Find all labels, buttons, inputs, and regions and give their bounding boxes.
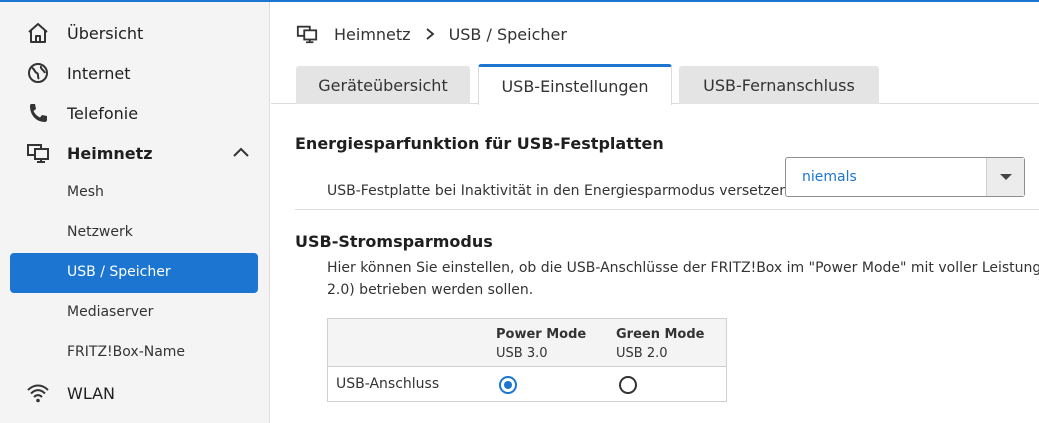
select-value: niemals [802,169,857,185]
energy-mode-select[interactable]: niemals [785,157,1025,197]
phone-icon [30,104,47,122]
sidebar-subitem-netzwerk[interactable]: Netzwerk [10,213,258,253]
sidebar-subitem-label: FRITZ!Box-Name [67,344,186,360]
sidebar-item-telefonie[interactable]: Telefonie [10,93,258,133]
chevron-right-icon [425,28,434,40]
tab-bar: Geräteübersicht USB-Einstellungen USB-Fe… [271,64,1039,105]
radio-green-mode[interactable] [619,376,637,394]
column-title-green-mode: Green Mode [616,327,705,342]
sidebar-subitem-label: Mediaserver [67,304,154,320]
sidebar-subitem-label: Netzwerk [67,224,133,240]
monitor-network-icon [296,25,318,44]
sidebar-item-label: Heimnetz [67,143,153,163]
column-subtitle-green-mode: USB 2.0 [616,346,668,361]
energy-setting-label: USB-Festplatte bei Inaktivität in den En… [327,183,793,199]
sidebar: Übersicht Internet Telefonie Heimnetz Me… [0,2,270,423]
sidebar-item-label: WLAN [67,383,116,403]
section-heading-energy: Energiesparfunktion für USB-Festplatten [295,134,664,153]
row-label-usb-anschluss: USB-Anschluss [336,376,440,392]
tab-usb-fernanschluss[interactable]: USB-Fernanschluss [679,66,879,104]
monitor-network-icon [27,144,49,163]
radio-power-mode[interactable] [499,376,517,394]
breadcrumb: Heimnetz USB / Speicher [295,22,567,46]
section-divider [295,209,1039,210]
sidebar-subitem-usb-speicher[interactable]: USB / Speicher [10,253,258,293]
main-content: Heimnetz USB / Speicher Geräteübersicht … [271,2,1039,423]
sidebar-subitem-mesh[interactable]: Mesh [10,173,258,213]
column-subtitle-power-mode: USB 3.0 [496,346,548,361]
power-description-line1: Hier können Sie einstellen, ob die USB-A… [327,260,1039,276]
sidebar-item-heimnetz[interactable]: Heimnetz [10,133,258,173]
sidebar-subitem-mediaserver[interactable]: Mediaserver [10,293,258,333]
sidebar-item-label: Internet [67,63,131,83]
sidebar-item-internet[interactable]: Internet [10,53,258,93]
sidebar-subitem-label: Mesh [67,184,104,200]
breadcrumb-current: USB / Speicher [448,24,567,44]
sidebar-item-label: Telefonie [67,103,139,123]
column-title-power-mode: Power Mode [496,327,587,342]
chevron-up-icon[interactable] [232,145,250,159]
chevron-down-icon[interactable] [986,158,1024,196]
sidebar-item-uebersicht[interactable]: Übersicht [10,13,258,53]
wifi-icon [27,384,49,403]
sidebar-subitem-label: USB / Speicher [67,264,171,280]
tab-usb-einstellungen[interactable]: USB-Einstellungen [478,64,672,105]
power-description-line2: 2.0) betrieben werden sollen. [327,282,534,298]
section-heading-power: USB-Stromsparmodus [295,232,493,251]
sidebar-item-wlan[interactable]: WLAN [10,373,258,413]
sidebar-subitem-fritzbox-name[interactable]: FRITZ!Box-Name [10,333,258,373]
sidebar-item-label: Übersicht [67,23,144,43]
tab-geraeteuebersicht[interactable]: Geräteübersicht [296,66,470,104]
usb-mode-table: Power Mode USB 3.0 Green Mode USB 2.0 US… [327,318,727,402]
breadcrumb-parent[interactable]: Heimnetz [334,25,411,44]
home-icon [28,23,48,43]
globe-icon [28,63,48,83]
